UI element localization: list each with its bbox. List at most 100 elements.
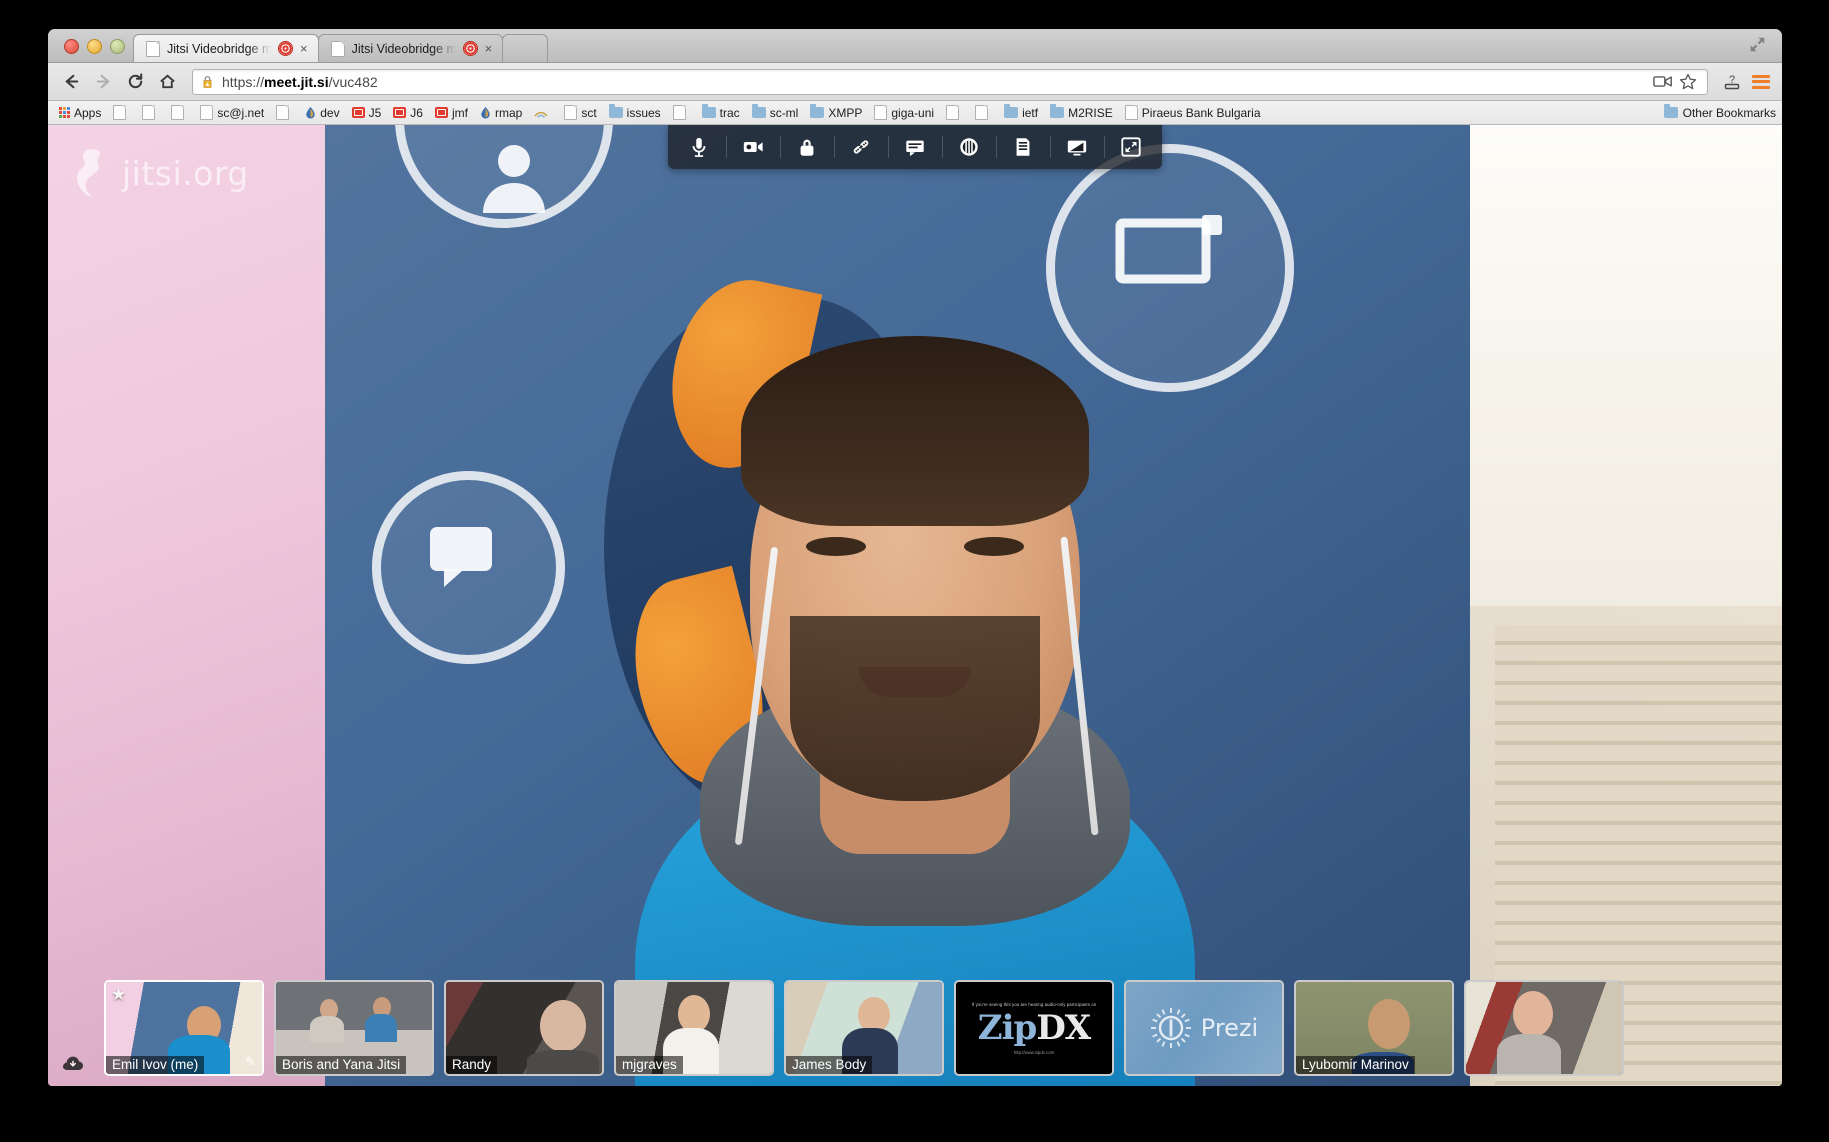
bookmark-item-scj-net[interactable]: sc@j.net [195, 104, 269, 121]
forward-button[interactable] [92, 71, 114, 93]
red-square-icon [434, 107, 448, 118]
new-tab-button[interactable] [502, 34, 549, 62]
address-bar[interactable]: https://meet.jit.si/vuc482 [192, 68, 1708, 95]
page-icon [113, 105, 127, 120]
page-icon [171, 105, 185, 120]
other-bookmarks-button[interactable]: Other Bookmarks [1653, 101, 1776, 124]
browser-toolbar: https://meet.jit.si/vuc482 ? [48, 63, 1782, 101]
wifi-icon [534, 111, 548, 118]
close-icon[interactable]: × [300, 42, 308, 55]
thumbnail-lyubomir-marinov[interactable]: Lyubomir Marinov [1294, 980, 1454, 1076]
page-icon [1124, 105, 1138, 120]
bookmark-item-trac[interactable]: trac [697, 104, 745, 121]
bookmark-item-rmap[interactable]: rmap [475, 105, 527, 121]
hamburger-menu-icon[interactable] [1752, 74, 1770, 89]
zipdx-logo-dx: DX [1036, 1007, 1091, 1048]
bookmark-item-dev[interactable]: dev [300, 105, 344, 121]
person-body [1497, 1033, 1562, 1074]
warning-lock-icon[interactable] [200, 74, 215, 89]
tab-jitsi-2[interactable]: Jitsi Videobridge meets × [317, 34, 504, 62]
bookmark-label: dev [320, 105, 340, 120]
video-conference-stage[interactable]: jitsi.org ★ Emil Ivov (me) ✎ Boris and Y… [48, 125, 1782, 1086]
bookmark-item[interactable] [108, 104, 135, 121]
page-icon [874, 105, 888, 120]
expand-arrows-icon[interactable] [1749, 36, 1766, 53]
record-icon[interactable] [942, 125, 996, 169]
bookmark-item-ietf[interactable]: ietf [999, 104, 1043, 121]
scene-room-right [1469, 125, 1782, 1086]
camera-icon[interactable] [726, 125, 780, 169]
bookmark-item[interactable] [529, 106, 557, 120]
lock-icon[interactable] [780, 125, 834, 169]
conference-toolbar [668, 125, 1162, 169]
bookmark-label: sc-ml [769, 105, 799, 120]
bookmark-label: Piraeus Bank Bulgaria [1141, 105, 1261, 120]
thumbnail-james-body[interactable]: James Body [784, 980, 944, 1076]
tab-title: Jitsi Videobridge meets [351, 41, 456, 56]
chat-icon[interactable] [888, 125, 942, 169]
thumbnail-boris-yana[interactable]: Boris and Yana Jitsi [274, 980, 434, 1076]
thumbnail-zipdx[interactable]: If you're seeing this you are hearing au… [954, 980, 1114, 1076]
person-eye-right [964, 537, 1024, 556]
home-button[interactable] [156, 71, 178, 93]
thumbnail-unnamed[interactable] [1464, 980, 1624, 1076]
bookmark-label: M2RISE [1068, 105, 1113, 120]
bookmark-item-sct[interactable]: sct [559, 104, 601, 121]
person-beard [790, 616, 1040, 801]
bookmark-apps[interactable]: Apps [54, 105, 106, 121]
bookmark-item-j5[interactable]: J5 [347, 105, 387, 121]
bookmark-item[interactable] [137, 104, 164, 121]
star-icon[interactable] [1678, 72, 1698, 92]
question-mark-icon[interactable]: ? [1722, 72, 1742, 92]
link-icon[interactable] [834, 125, 888, 169]
bookmark-label: XMPP [828, 105, 863, 120]
bookmark-item[interactable] [166, 104, 193, 121]
desktop-backdrop: Jitsi Videobridge meets × Jitsi Videobri… [0, 0, 1829, 1142]
participant-name: Emil Ivov (me) [106, 1056, 205, 1074]
window-zoom-button[interactable] [110, 39, 125, 54]
dominant-speaker-person [635, 260, 1195, 1086]
participant-name: Boris and Yana Jitsi [276, 1056, 407, 1074]
bookmark-label: sc@j.net [217, 105, 265, 120]
apps-grid-icon [59, 107, 70, 118]
bookmark-item[interactable] [271, 104, 298, 121]
thumbnail-randy[interactable]: Randy [444, 980, 604, 1076]
etherpad-icon[interactable] [996, 125, 1050, 169]
bookmark-item-sc-ml[interactable]: sc-ml [747, 104, 804, 121]
bookmark-item-piraeus-bank[interactable]: Piraeus Bank Bulgaria [1120, 104, 1266, 121]
bookmark-item-xmpp[interactable]: XMPP [805, 104, 867, 121]
thumbnail-emil-ivov[interactable]: ★ Emil Ivov (me) ✎ [104, 980, 264, 1076]
thumbnail-mjgraves[interactable]: mjgraves [614, 980, 774, 1076]
jitsi-logo-icon [76, 149, 100, 197]
window-close-button[interactable] [64, 39, 79, 54]
bookmark-item[interactable] [941, 104, 968, 121]
bookmark-item-j6[interactable]: J6 [388, 105, 428, 121]
bookmark-label: giga-uni [891, 105, 935, 120]
person-head [1512, 991, 1553, 1038]
video-cast-icon[interactable] [1653, 72, 1673, 92]
reload-button[interactable] [124, 71, 146, 93]
back-button[interactable] [60, 71, 82, 93]
thumbnail-prezi[interactable]: Prezi [1124, 980, 1284, 1076]
record-dot-icon [462, 41, 478, 56]
jitsi-watermark[interactable]: jitsi.org [70, 147, 249, 199]
bookmark-item[interactable] [668, 104, 695, 121]
folder-icon [751, 104, 766, 118]
bookmark-label: trac [719, 105, 740, 120]
bookmark-item-giga-uni[interactable]: giga-uni [869, 104, 939, 121]
screen-share-icon[interactable] [1050, 125, 1104, 169]
bookmark-item-jmf[interactable]: jmf [430, 105, 473, 121]
close-icon[interactable]: × [485, 42, 493, 55]
window-minimize-button[interactable] [87, 39, 102, 54]
cloud-download-icon[interactable] [62, 1054, 84, 1072]
bookmark-item-issues[interactable]: issues [604, 104, 666, 121]
fullscreen-icon[interactable] [1104, 125, 1158, 169]
tab-strip: Jitsi Videobridge meets × Jitsi Videobri… [48, 29, 1782, 63]
bookmark-item[interactable] [970, 104, 997, 121]
bookmark-item-m2rise[interactable]: M2RISE [1045, 104, 1118, 121]
page-icon [564, 105, 578, 120]
star-icon: ★ [111, 985, 127, 1004]
tab-jitsi-1[interactable]: Jitsi Videobridge meets × [133, 34, 319, 62]
microphone-icon[interactable] [672, 125, 726, 169]
pencil-icon[interactable]: ✎ [245, 1054, 256, 1070]
